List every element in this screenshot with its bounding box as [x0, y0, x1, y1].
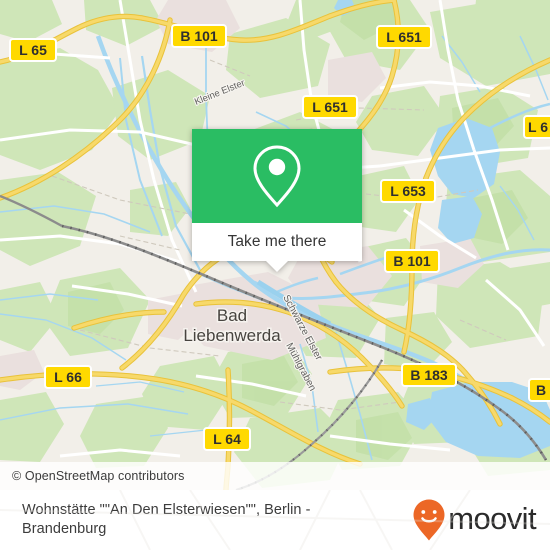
location-popup-card[interactable]: Take me there: [192, 129, 362, 272]
place-label-line2: Liebenwerda: [183, 326, 281, 345]
place-label-line1: Bad: [217, 306, 247, 325]
attribution-text: © OpenStreetMap contributors: [12, 469, 185, 483]
moovit-map-screenshot: Kleine Elster Schwarze Elster Mühlgraben…: [0, 0, 550, 550]
road-shield-label: L 66: [54, 369, 82, 385]
road-shield-l64[interactable]: L 64: [203, 427, 251, 451]
take-me-there-label: Take me there: [227, 233, 327, 250]
map-attribution-bar: © OpenStreetMap contributors: [0, 462, 550, 490]
road-shield-label: L 653: [390, 183, 426, 199]
popup-action-bar[interactable]: Take me there: [192, 223, 362, 272]
road-shield-label: L 6: [528, 119, 548, 135]
moovit-pin-icon: [413, 499, 445, 541]
road-shield-l66[interactable]: L 66: [44, 365, 92, 389]
road-shield-label: B 101: [180, 28, 218, 44]
road-shield-l651-mid[interactable]: L 651: [302, 95, 358, 119]
road-shield-l65[interactable]: L 65: [9, 38, 57, 62]
road-shield-b101-right[interactable]: B 101: [384, 249, 440, 273]
road-shield-label: B: [536, 382, 546, 398]
location-pin-icon: [253, 145, 301, 208]
road-shield-l653[interactable]: L 653: [380, 179, 436, 203]
road-shield-label: L 65: [19, 42, 47, 58]
moovit-wordmark: moovit: [448, 501, 536, 536]
road-shield-l6-cut[interactable]: L 6: [523, 115, 550, 139]
popup-header: [192, 129, 362, 223]
road-shield-b-cut[interactable]: B: [528, 378, 550, 402]
road-shield-label: L 64: [213, 431, 241, 447]
road-shield-label: L 651: [386, 29, 422, 45]
moovit-logo[interactable]: moovit: [412, 498, 537, 542]
road-shield-label: B 183: [410, 367, 448, 383]
page-title: Wohnstätte ""An Den Elsterwiesen"", Berl…: [22, 502, 311, 537]
road-shield-label: B 101: [393, 253, 431, 269]
footer-bar: Wohnstätte ""An Den Elsterwiesen"", Berl…: [0, 490, 550, 550]
popup-tail-pointer: [266, 261, 288, 272]
road-shield-l651-top[interactable]: L 651: [376, 25, 432, 49]
road-shield-label: L 651: [312, 99, 348, 115]
road-shield-b101-top[interactable]: B 101: [171, 24, 227, 48]
road-shield-b183[interactable]: B 183: [401, 363, 457, 387]
